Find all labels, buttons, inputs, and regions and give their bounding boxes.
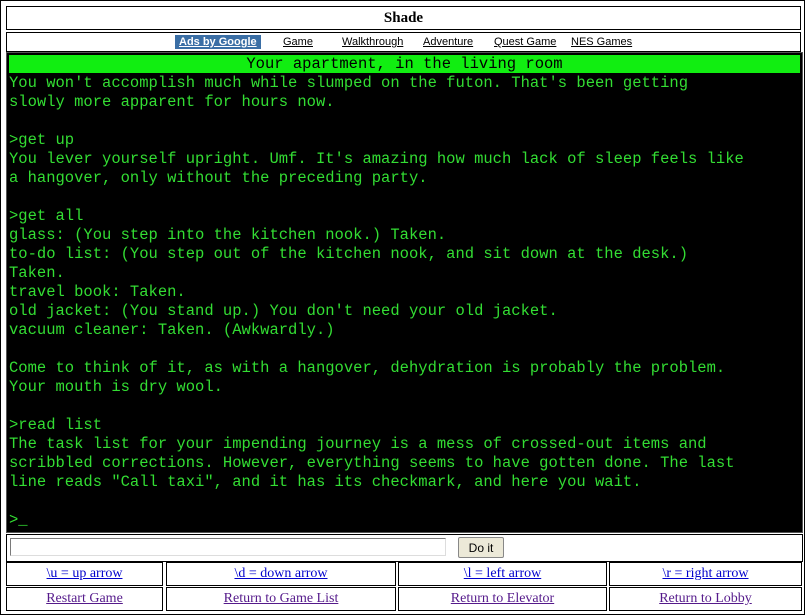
left-arrow-link[interactable]: \l = left arrow	[464, 566, 541, 581]
ad-link-nes-games[interactable]: NES Games	[571, 36, 632, 48]
command-row: Do it	[6, 534, 803, 562]
transcript-line	[9, 397, 800, 416]
ad-link-game[interactable]: Game	[283, 36, 313, 48]
transcript-line	[9, 340, 800, 359]
arrow-key-up-cell: \u = up arrow	[6, 562, 163, 586]
transcript-line: scribbled corrections. However, everythi…	[9, 454, 735, 472]
transcript-line: a hangover, only without the preceding p…	[9, 169, 428, 187]
transcript-line: >read list	[9, 416, 103, 434]
game-title: Shade	[6, 6, 801, 30]
transcript-line: You lever yourself upright. Umf. It's am…	[9, 150, 744, 168]
transcript-line: Come to think of it, as with a hangover,…	[9, 359, 726, 377]
return-to-elevator-link[interactable]: Return to Elevator	[451, 591, 554, 606]
arrow-key-down-cell: \d = down arrow	[166, 562, 396, 586]
do-it-button[interactable]: Do it	[458, 537, 504, 558]
transcript-line: >get up	[9, 131, 75, 149]
return-to-game-list-link[interactable]: Return to Game List	[224, 591, 339, 606]
arrow-key-left-cell: \l = left arrow	[398, 562, 607, 586]
page-frame: Shade Ads by Google Game Walkthrough Adv…	[0, 0, 805, 615]
return-to-lobby-link[interactable]: Return to Lobby	[659, 591, 752, 606]
right-arrow-link[interactable]: \r = right arrow	[662, 566, 748, 581]
game-terminal: Your apartment, in the living room You w…	[6, 52, 803, 533]
transcript-line: Your mouth is dry wool.	[9, 378, 223, 396]
location-status-bar: Your apartment, in the living room	[9, 55, 800, 73]
transcript-line: The task list for your impending journey…	[9, 435, 707, 453]
transcript-line: old jacket: (You stand up.) You don't ne…	[9, 302, 558, 320]
restart-game-link[interactable]: Restart Game	[46, 591, 123, 606]
transcript-line: to-do list: (You step out of the kitchen…	[9, 245, 689, 263]
transcript-line: Taken.	[9, 264, 65, 282]
down-arrow-link[interactable]: \d = down arrow	[234, 566, 327, 581]
return-to-lobby-cell: Return to Lobby	[609, 587, 802, 611]
ads-bar: Ads by Google Game Walkthrough Adventure…	[6, 32, 801, 52]
transcript-line	[9, 112, 800, 131]
transcript-line: >_	[9, 511, 28, 529]
return-to-elevator-cell: Return to Elevator	[398, 587, 607, 611]
ad-link-walkthrough[interactable]: Walkthrough	[342, 36, 403, 48]
transcript-line	[9, 188, 800, 207]
ad-link-adventure[interactable]: Adventure	[423, 36, 473, 48]
transcript-line: >get all	[9, 207, 84, 225]
transcript-line: travel book: Taken.	[9, 283, 186, 301]
command-input[interactable]	[10, 538, 446, 556]
transcript-line: You won't accomplish much while slumped …	[9, 74, 689, 92]
game-transcript: You won't accomplish much while slumped …	[9, 74, 800, 530]
up-arrow-link[interactable]: \u = up arrow	[47, 566, 123, 581]
transcript-line: line reads "Call taxi", and it has its c…	[9, 473, 642, 491]
ad-link-quest-game[interactable]: Quest Game	[494, 36, 556, 48]
restart-game-cell: Restart Game	[6, 587, 163, 611]
transcript-line: glass: (You step into the kitchen nook.)…	[9, 226, 447, 244]
ads-by-google-link[interactable]: Ads by Google	[175, 35, 261, 49]
transcript-line: vacuum cleaner: Taken. (Awkwardly.)	[9, 321, 335, 339]
transcript-line: slowly more apparent for hours now.	[9, 93, 335, 111]
arrow-key-right-cell: \r = right arrow	[609, 562, 802, 586]
transcript-line	[9, 492, 800, 511]
return-to-game-list-cell: Return to Game List	[166, 587, 396, 611]
